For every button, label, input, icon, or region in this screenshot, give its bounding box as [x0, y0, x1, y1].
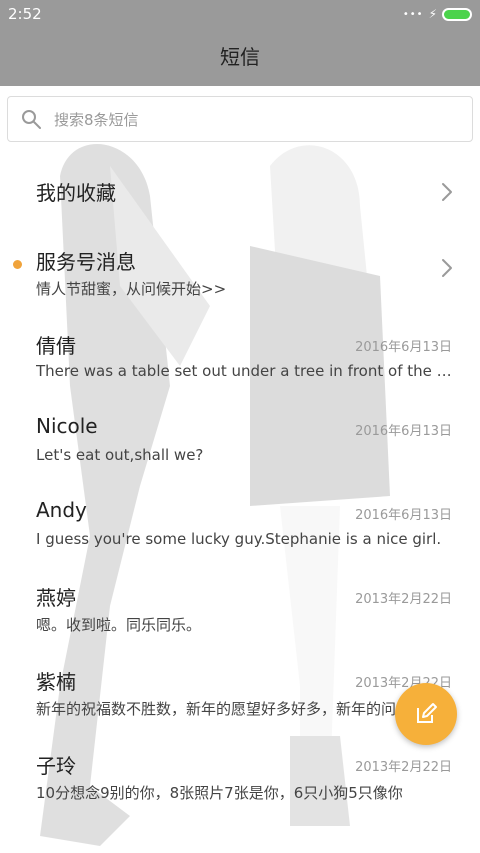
conversation-preview: 嗯。收到啦。同乐同乐。 — [36, 616, 202, 634]
unread-dot-icon — [13, 260, 22, 269]
conversation-name: Andy — [36, 498, 87, 522]
status-bar: 2:52 ••• ⚡ — [0, 0, 480, 28]
conversation-preview: I guess you're some lucky guy.Stephanie … — [36, 530, 442, 548]
conversation-preview: 情人节甜蜜，从问候开始>> — [36, 280, 227, 298]
chevron-right-icon — [442, 259, 452, 277]
list-item[interactable]: Andy 2016年6月13日 I guess you're some luck… — [0, 486, 480, 570]
page-title: 短信 — [220, 45, 260, 69]
conversation-date: 2016年6月13日 — [355, 424, 452, 439]
conversation-name: 子玲 — [36, 754, 76, 778]
conversation-name: 倩倩 — [36, 334, 76, 358]
conversation-date: 2013年2月22日 — [355, 592, 452, 607]
conversation-name: 紫楠 — [36, 670, 76, 694]
search-bar[interactable] — [7, 96, 473, 142]
list-item[interactable]: Nicole 2016年6月13日 Let's eat out,shall we… — [0, 402, 480, 486]
list-item-favorites[interactable]: 我的收藏 — [0, 150, 480, 234]
conversation-preview: There was a table set out under a tree i… — [36, 362, 454, 380]
conversation-name: 燕婷 — [36, 586, 76, 610]
compose-button[interactable] — [395, 683, 457, 745]
conversation-name: 我的收藏 — [36, 181, 116, 205]
conversation-preview: 新年的祝福数不胜数，新年的愿望好多好多，新年的问候... — [36, 700, 426, 718]
conversation-date: 2016年6月13日 — [355, 340, 452, 355]
conversation-name: Nicole — [36, 414, 98, 438]
list-item-service-messages[interactable]: 服务号消息 情人节甜蜜，从问候开始>> — [0, 234, 480, 318]
conversation-preview: 10分想念9别的你，8张照片7张是你，6只小狗5只像你 — [36, 784, 403, 802]
conversation-date: 2013年2月22日 — [355, 760, 452, 775]
conversation-preview: Let's eat out,shall we? — [36, 446, 204, 464]
status-icons: ••• ⚡ — [403, 6, 472, 22]
more-dots-icon: ••• — [402, 8, 424, 20]
conversation-name: 服务号消息 — [36, 250, 136, 274]
list-item[interactable]: 子玲 2013年2月22日 10分想念9别的你，8张照片7张是你，6只小狗5只像… — [0, 738, 480, 822]
chevron-right-icon — [442, 183, 452, 201]
list-item[interactable]: 燕婷 2013年2月22日 嗯。收到啦。同乐同乐。 — [0, 570, 480, 654]
app-bar: 短信 — [0, 28, 480, 86]
search-input[interactable] — [54, 105, 454, 135]
list-item[interactable]: 倩倩 2016年6月13日 There was a table set out … — [0, 318, 480, 402]
bolt-icon: ⚡ — [428, 7, 437, 21]
battery-icon — [442, 7, 472, 21]
search-icon — [22, 110, 41, 129]
conversation-date: 2016年6月13日 — [355, 508, 452, 523]
status-time: 2:52 — [8, 5, 42, 23]
compose-icon — [417, 703, 437, 723]
